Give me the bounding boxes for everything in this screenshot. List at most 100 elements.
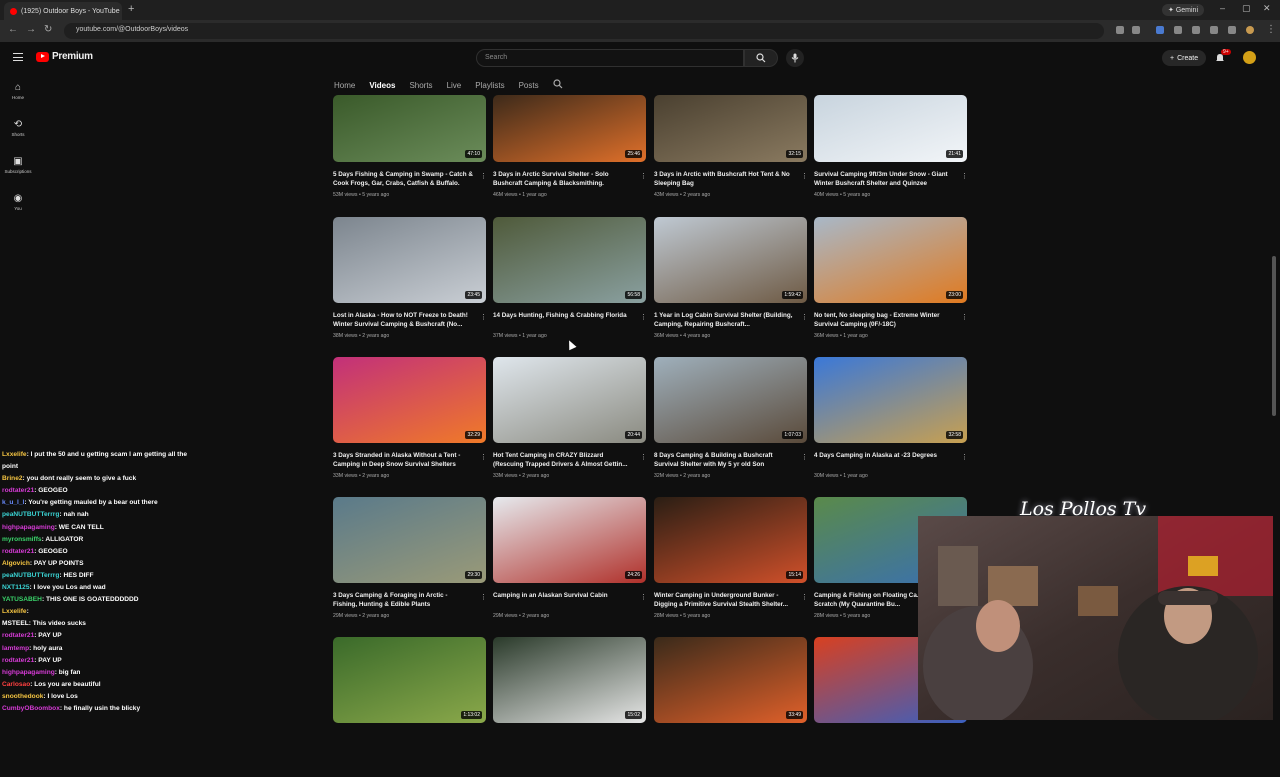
tab-playlists[interactable]: Playlists: [475, 81, 504, 90]
chat-username[interactable]: myronsmiffs: [2, 536, 42, 543]
video-card[interactable]: 47:10 5 Days Fishing & Camping in Swamp …: [333, 95, 487, 235]
chat-username[interactable]: Algovich: [2, 560, 30, 567]
chat-username[interactable]: MSTEEL: [2, 620, 29, 627]
minimize-icon[interactable]: –: [1220, 3, 1225, 13]
reload-icon[interactable]: ↻: [44, 24, 52, 35]
chat-username[interactable]: snoothedook: [2, 693, 43, 700]
more-options-icon[interactable]: ⋮: [480, 593, 487, 601]
page-scrollbar[interactable]: [1272, 256, 1276, 416]
video-card[interactable]: 24:26 Camping in an Alaskan Survival Cab…: [493, 497, 647, 637]
tab-posts[interactable]: Posts: [519, 81, 539, 90]
video-title[interactable]: 5 Days Fishing & Camping in Swamp - Catc…: [333, 171, 473, 188]
video-card[interactable]: 1:07:03 8 Days Camping & Building a Bush…: [654, 357, 808, 497]
video-thumbnail[interactable]: 23:00: [814, 217, 967, 303]
video-card[interactable]: 32:29 3 Days Stranded in Alaska Without …: [333, 357, 487, 497]
youtube-logo[interactable]: Premium: [36, 51, 93, 62]
url-field[interactable]: youtube.com/@OutdoorBoys/videos: [64, 23, 1104, 39]
video-title[interactable]: 3 Days in Arctic Survival Shelter - Solo…: [493, 171, 633, 188]
profile-icon[interactable]: [1246, 26, 1254, 34]
chat-username[interactable]: Iamtemp: [2, 645, 29, 652]
video-title[interactable]: 14 Days Hunting, Fishing & Crabbing Flor…: [493, 312, 633, 321]
video-title[interactable]: Hot Tent Camping in CRAZY Blizzard (Resc…: [493, 452, 633, 469]
tab-live[interactable]: Live: [447, 81, 462, 90]
account-avatar[interactable]: [1243, 51, 1256, 64]
video-title[interactable]: Camping in an Alaskan Survival Cabin: [493, 592, 633, 601]
video-thumbnail[interactable]: 25:46: [493, 95, 646, 162]
more-options-icon[interactable]: ⋮: [801, 313, 808, 321]
video-card[interactable]: 29:30 3 Days Camping & Foraging in Arcti…: [333, 497, 487, 637]
chat-username[interactable]: Lxxelife: [2, 451, 27, 458]
extension-icon[interactable]: [1210, 26, 1218, 34]
browser-menu-icon[interactable]: ⋮: [1266, 24, 1276, 35]
extension-icon[interactable]: [1228, 26, 1236, 34]
video-thumbnail[interactable]: 47:10: [333, 95, 486, 162]
sidebar-item-home[interactable]: ⌂ Home: [0, 82, 36, 100]
video-title[interactable]: 8 Days Camping & Building a Bushcraft Su…: [654, 452, 794, 469]
search-button[interactable]: [744, 49, 778, 67]
chat-username[interactable]: rodtater21: [2, 657, 34, 664]
more-options-icon[interactable]: ⋮: [640, 313, 647, 321]
video-card[interactable]: 32:15 3 Days in Arctic with Bushcraft Ho…: [654, 95, 808, 235]
video-thumbnail[interactable]: 1:59:42: [654, 217, 807, 303]
search-input[interactable]: Search: [476, 49, 744, 67]
video-card[interactable]: 23:45 Lost in Alaska - How to NOT Freeze…: [333, 217, 487, 357]
video-card[interactable]: 56:58 14 Days Hunting, Fishing & Crabbin…: [493, 217, 647, 357]
extension-icon[interactable]: [1174, 26, 1182, 34]
sidebar-item-subscriptions[interactable]: ▣ Subscriptions: [0, 156, 36, 174]
video-thumbnail[interactable]: 1:13:02: [333, 637, 486, 723]
video-thumbnail[interactable]: 21:41: [814, 95, 967, 162]
video-card[interactable]: 1:59:42 1 Year in Log Cabin Survival She…: [654, 217, 808, 357]
tab-home[interactable]: Home: [334, 81, 355, 90]
sidebar-item-you[interactable]: ◉ You: [0, 193, 36, 211]
sidebar-item-shorts[interactable]: ⟲ Shorts: [0, 119, 36, 137]
chat-username[interactable]: Carlosao: [2, 681, 30, 688]
more-options-icon[interactable]: ⋮: [801, 453, 808, 461]
voice-search-button[interactable]: [786, 49, 804, 67]
video-card[interactable]: 21:41 Survival Camping 9ft/3m Under Snow…: [814, 95, 968, 235]
bookmark-star-icon[interactable]: [1132, 26, 1140, 34]
gemini-button[interactable]: ✦ Gemini: [1162, 4, 1205, 16]
video-title[interactable]: No tent, No sleeping bag - Extreme Winte…: [814, 312, 954, 329]
video-thumbnail[interactable]: 24:26: [493, 497, 646, 583]
video-thumbnail[interactable]: 15:14: [654, 497, 807, 583]
video-thumbnail[interactable]: 15:02: [493, 637, 646, 723]
video-title[interactable]: 3 Days in Arctic with Bushcraft Hot Tent…: [654, 171, 794, 188]
chat-username[interactable]: CumbyOBoombox: [2, 705, 60, 712]
video-title[interactable]: 4 Days Camping in Alaska at -23 Degrees: [814, 452, 954, 461]
chat-username[interactable]: Lxxelife: [2, 608, 27, 615]
more-options-icon[interactable]: ⋮: [640, 453, 647, 461]
video-thumbnail[interactable]: 32:29: [333, 357, 486, 443]
chat-username[interactable]: highpapagaming: [2, 669, 55, 676]
chat-username[interactable]: NXT1125: [2, 584, 30, 591]
extension-icon[interactable]: [1156, 26, 1164, 34]
video-title[interactable]: 3 Days Stranded in Alaska Without a Tent…: [333, 452, 473, 469]
more-options-icon[interactable]: ⋮: [640, 172, 647, 180]
video-title[interactable]: Winter Camping in Underground Bunker - D…: [654, 592, 794, 609]
window-close-icon[interactable]: ✕: [1263, 3, 1271, 14]
video-card[interactable]: 23:00 No tent, No sleeping bag - Extreme…: [814, 217, 968, 357]
chat-username[interactable]: rodtater21: [2, 548, 34, 555]
more-options-icon[interactable]: ⋮: [961, 172, 968, 180]
tab-videos[interactable]: Videos: [369, 81, 395, 90]
video-thumbnail[interactable]: 23:45: [333, 217, 486, 303]
video-title[interactable]: 1 Year in Log Cabin Survival Shelter (Bu…: [654, 312, 794, 329]
video-card[interactable]: 15:02: [493, 637, 646, 777]
more-options-icon[interactable]: ⋮: [961, 313, 968, 321]
more-options-icon[interactable]: ⋮: [640, 593, 647, 601]
new-tab-icon[interactable]: +: [128, 3, 134, 15]
chat-username[interactable]: k_u_l_l: [2, 499, 24, 506]
video-thumbnail[interactable]: 56:58: [493, 217, 646, 303]
video-thumbnail[interactable]: 29:30: [333, 497, 486, 583]
more-options-icon[interactable]: ⋮: [801, 172, 808, 180]
video-title[interactable]: Lost in Alaska - How to NOT Freeze to De…: [333, 312, 473, 329]
chat-username[interactable]: highpapagaming: [2, 524, 55, 531]
video-title[interactable]: 3 Days Camping & Foraging in Arctic - Fi…: [333, 592, 473, 609]
chat-username[interactable]: YATUSABEH: [2, 596, 42, 603]
video-card[interactable]: 1:13:02: [333, 637, 486, 777]
chat-username[interactable]: rodtater21: [2, 632, 34, 639]
create-button[interactable]: + Create: [1162, 50, 1207, 66]
video-card[interactable]: 25:46 3 Days in Arctic Survival Shelter …: [493, 95, 647, 235]
more-options-icon[interactable]: ⋮: [480, 172, 487, 180]
browser-tab[interactable]: (1925) Outdoor Boys - YouTube ×: [4, 2, 122, 20]
video-card[interactable]: 15:14 Winter Camping in Underground Bunk…: [654, 497, 808, 637]
